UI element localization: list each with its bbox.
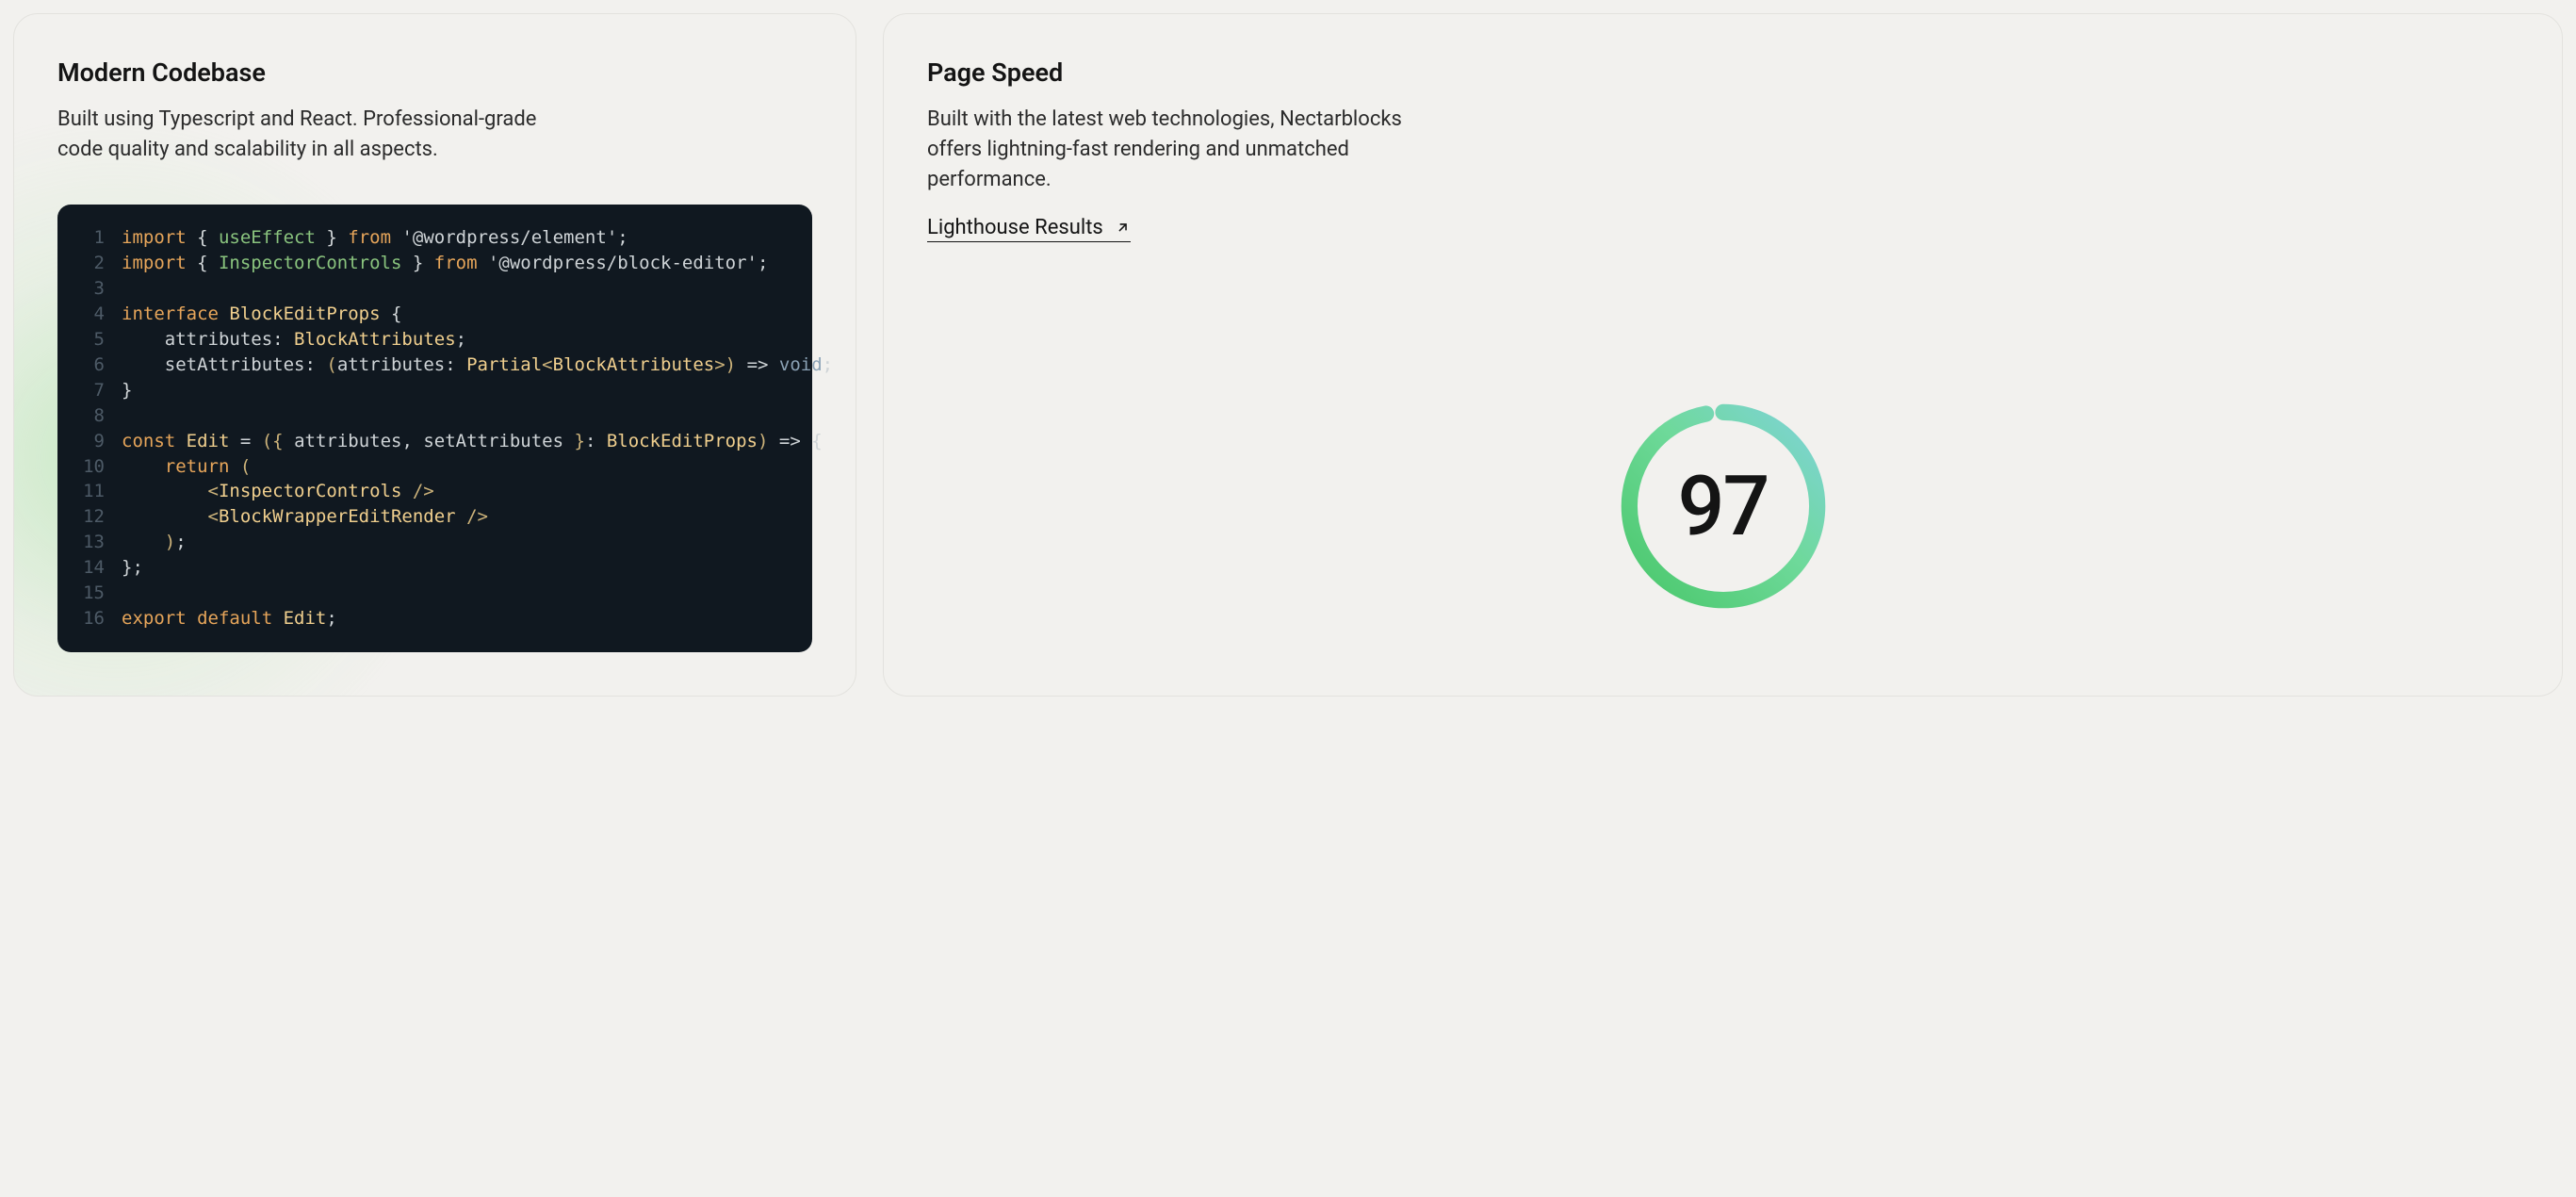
line-number: 16 <box>71 606 105 631</box>
code-line: 8 <box>71 403 788 429</box>
code-line: 7} <box>71 378 788 403</box>
modern-codebase-card: Modern Codebase Built using Typescript a… <box>13 13 856 697</box>
link-label: Lighthouse Results <box>927 216 1103 239</box>
code-content: export default Edit; <box>122 606 337 631</box>
code-content: const Edit = ({ attributes, setAttribute… <box>122 429 823 454</box>
code-content: }; <box>122 555 143 581</box>
line-number: 10 <box>71 454 105 480</box>
line-number: 15 <box>71 581 105 606</box>
code-content: <InspectorControls /> <box>122 479 434 504</box>
code-line: 3 <box>71 276 788 302</box>
code-content: attributes: BlockAttributes; <box>122 327 466 353</box>
card-title: Page Speed <box>927 57 2519 88</box>
code-content: return ( <box>122 454 251 480</box>
code-line: 10 return ( <box>71 454 788 480</box>
code-content <box>122 581 132 606</box>
code-line: 5 attributes: BlockAttributes; <box>71 327 788 353</box>
code-content: setAttributes: (attributes: Partial<Bloc… <box>122 353 833 378</box>
code-line: 15 <box>71 581 788 606</box>
code-content: <BlockWrapperEditRender /> <box>122 504 488 530</box>
code-content: interface BlockEditProps { <box>122 302 401 327</box>
code-line: 12 <BlockWrapperEditRender /> <box>71 504 788 530</box>
line-number: 11 <box>71 479 105 504</box>
line-number: 14 <box>71 555 105 581</box>
code-line: 6 setAttributes: (attributes: Partial<Bl… <box>71 353 788 378</box>
code-content: } <box>122 378 132 403</box>
line-number: 9 <box>71 429 105 454</box>
card-description: Built with the latest web technologies, … <box>927 105 1436 195</box>
line-number: 1 <box>71 225 105 251</box>
code-block: 1 import { useEffect } from '@wordpress/e… <box>57 205 812 653</box>
line-number: 5 <box>71 327 105 353</box>
line-number: 3 <box>71 276 105 302</box>
code-line: 2 import { InspectorControls } from '@wor… <box>71 251 788 276</box>
code-content: ); <box>122 530 187 555</box>
lighthouse-results-link[interactable]: Lighthouse Results <box>927 216 1131 242</box>
code-line: 13 ); <box>71 530 788 555</box>
code-content <box>122 276 132 302</box>
code-line: 14}; <box>71 555 788 581</box>
line-number: 13 <box>71 530 105 555</box>
code-line: 4 interface BlockEditProps { <box>71 302 788 327</box>
page-speed-gauge: 97 <box>1615 398 1832 615</box>
line-number: 7 <box>71 378 105 403</box>
code-content: import { useEffect } from '@wordpress/el… <box>122 225 628 251</box>
line-number: 8 <box>71 403 105 429</box>
external-link-icon <box>1115 220 1131 236</box>
page-speed-card: Page Speed Built with the latest web tec… <box>883 13 2563 697</box>
code-content <box>122 403 132 429</box>
line-number: 12 <box>71 504 105 530</box>
card-title: Modern Codebase <box>57 57 812 88</box>
code-line: 1 import { useEffect } from '@wordpress/e… <box>71 225 788 251</box>
code-line: 9const Edit = ({ attributes, setAttribut… <box>71 429 788 454</box>
code-line: 11 <InspectorControls /> <box>71 479 788 504</box>
code-content: import { InspectorControls } from '@word… <box>122 251 768 276</box>
code-line: 16 export default Edit; <box>71 606 788 631</box>
line-number: 4 <box>71 302 105 327</box>
line-number: 2 <box>71 251 105 276</box>
line-number: 6 <box>71 353 105 378</box>
gauge-value: 97 <box>1677 458 1768 555</box>
card-description: Built using Typescript and React. Profes… <box>57 105 547 165</box>
